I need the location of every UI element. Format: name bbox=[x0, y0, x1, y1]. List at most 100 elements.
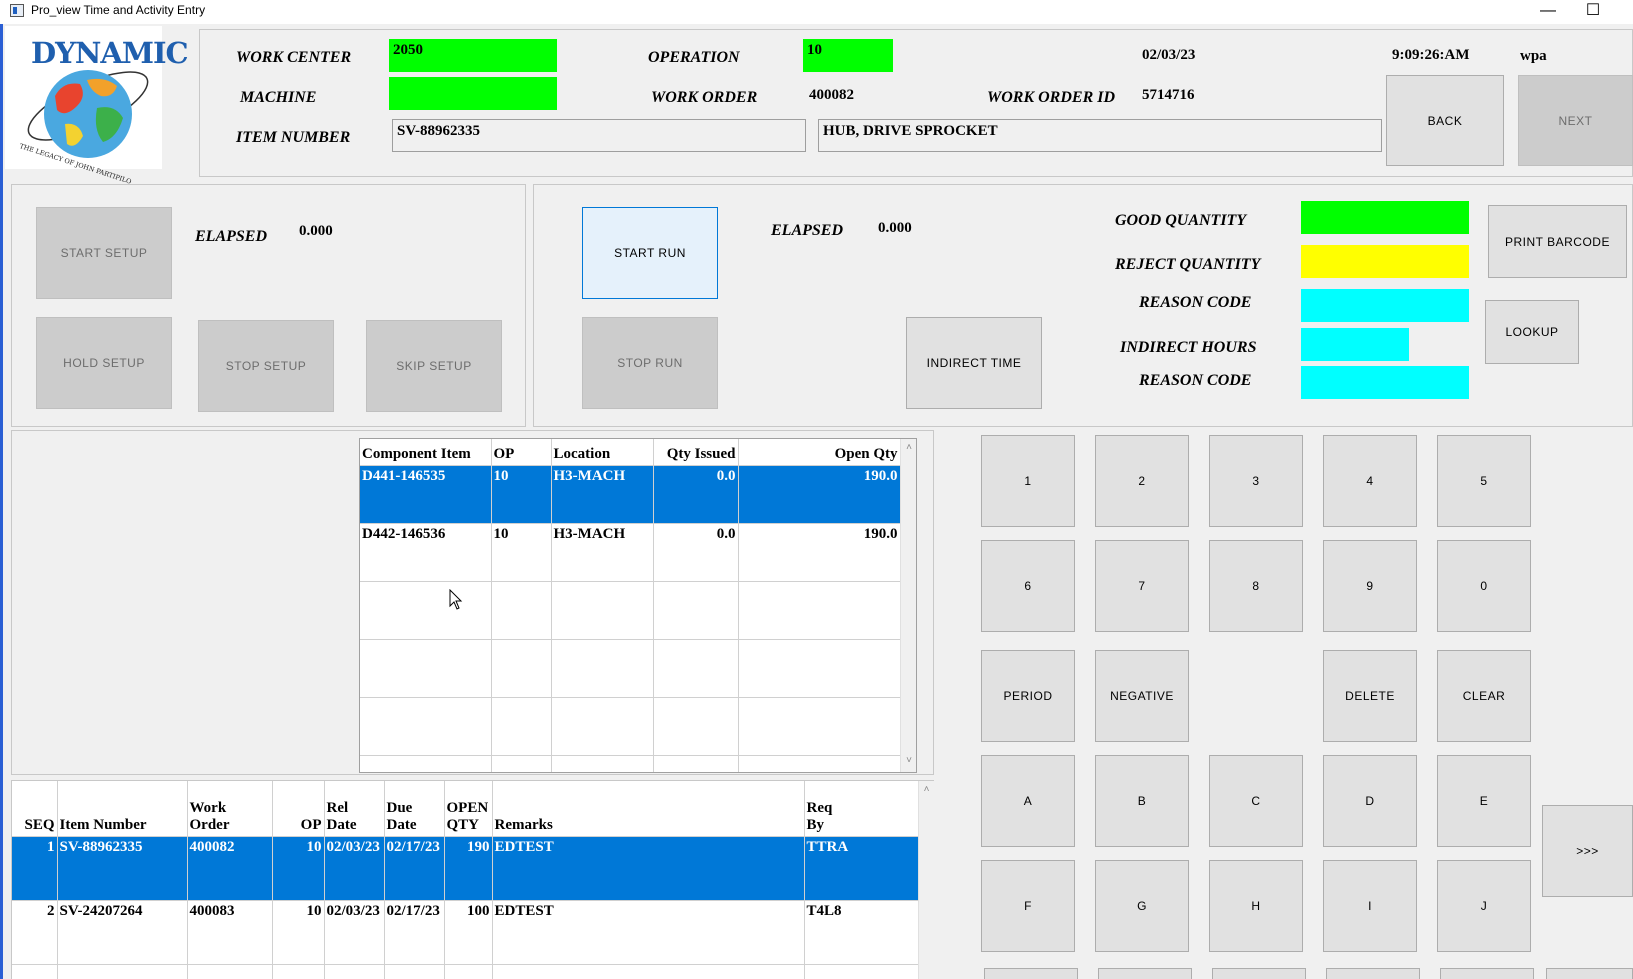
keypad-7-button[interactable]: 7 bbox=[1095, 540, 1189, 632]
lookup-button[interactable]: LOOKUP bbox=[1485, 300, 1579, 364]
table-row[interactable] bbox=[360, 697, 901, 756]
table-row[interactable] bbox=[12, 964, 919, 979]
component-item-header[interactable]: Component Item bbox=[360, 439, 492, 466]
logo-text: DYNAMIC bbox=[31, 36, 189, 70]
component-grid-scrollbar[interactable]: ˄ ˅ bbox=[900, 439, 916, 772]
open-qty-header[interactable]: Open Qty bbox=[738, 439, 901, 466]
item-number-header[interactable]: Item Number bbox=[57, 781, 188, 837]
table-row[interactable] bbox=[360, 581, 901, 640]
keypad-partial-button[interactable] bbox=[1440, 968, 1534, 979]
print-barcode-button[interactable]: PRINT BARCODE bbox=[1488, 205, 1627, 278]
orders-grid-scrollbar[interactable]: ˄ bbox=[918, 781, 934, 979]
open-qty-cell: 190.0 bbox=[738, 523, 901, 582]
keypad-c-button[interactable]: C bbox=[1209, 755, 1303, 847]
indirect-time-button[interactable]: INDIRECT TIME bbox=[906, 317, 1042, 409]
maximize-icon[interactable]: ☐ bbox=[1570, 0, 1616, 24]
keypad-8-button[interactable]: 8 bbox=[1209, 540, 1303, 632]
orders-grid[interactable]: SEQ Item Number Work Order OP Rel Date Du… bbox=[12, 781, 934, 979]
indirect-hours-field[interactable] bbox=[1301, 328, 1409, 361]
clear-button[interactable]: CLEAR bbox=[1437, 650, 1531, 742]
keypad-i-button[interactable]: I bbox=[1323, 860, 1417, 952]
keypad-a-button[interactable]: A bbox=[981, 755, 1075, 847]
good-quantity-field[interactable] bbox=[1301, 201, 1469, 234]
hold-setup-button[interactable]: HOLD SETUP bbox=[36, 317, 172, 409]
table-row[interactable]: D441-146535 10 H3-MACH 0.0 190.0 bbox=[360, 465, 901, 524]
stop-setup-button[interactable]: STOP SETUP bbox=[198, 320, 334, 412]
keypad-9-button[interactable]: 9 bbox=[1323, 540, 1417, 632]
keypad-3-button[interactable]: 3 bbox=[1209, 435, 1303, 527]
keypad-b-button[interactable]: B bbox=[1095, 755, 1189, 847]
table-row[interactable] bbox=[360, 639, 901, 698]
table-row[interactable]: 1 SV-88962335 400082 10 02/03/23 02/17/2… bbox=[12, 836, 919, 901]
stop-run-button[interactable]: STOP RUN bbox=[582, 317, 718, 409]
item-number-field[interactable]: SV-88962335 bbox=[392, 119, 806, 152]
operation-field[interactable]: 10 bbox=[803, 39, 893, 72]
start-run-button[interactable]: START RUN bbox=[582, 207, 718, 299]
due-date-header[interactable]: Due Date bbox=[384, 781, 445, 837]
keypad-6-button[interactable]: 6 bbox=[981, 540, 1075, 632]
keypad-partial-button[interactable] bbox=[1212, 968, 1306, 979]
req-by-header[interactable]: Req By bbox=[804, 781, 919, 837]
seq-cell: 2 bbox=[12, 900, 58, 965]
keypad-0-button[interactable]: 0 bbox=[1437, 540, 1531, 632]
work-order-cell: 400082 bbox=[187, 836, 273, 901]
keypad-partial-button[interactable] bbox=[1326, 968, 1420, 979]
run-elapsed-label: ELAPSED bbox=[771, 222, 844, 239]
minimize-icon[interactable]: — bbox=[1525, 0, 1571, 24]
table-row[interactable] bbox=[360, 755, 901, 772]
keypad-2-button[interactable]: 2 bbox=[1095, 435, 1189, 527]
keypad-e-button[interactable]: E bbox=[1437, 755, 1531, 847]
remarks-cell: EDTEST bbox=[492, 836, 805, 901]
next-button[interactable]: NEXT bbox=[1518, 75, 1633, 166]
location-header[interactable]: Location bbox=[551, 439, 654, 466]
keypad-d-button[interactable]: D bbox=[1323, 755, 1417, 847]
start-setup-button[interactable]: START SETUP bbox=[36, 207, 172, 299]
remarks-cell: EDTEST bbox=[492, 900, 805, 965]
reason-code-2-field[interactable] bbox=[1301, 366, 1469, 399]
table-row[interactable]: D442-146536 10 H3-MACH 0.0 190.0 bbox=[360, 523, 901, 582]
keypad-partial-button[interactable] bbox=[984, 968, 1078, 979]
work-center-field[interactable]: 2050 bbox=[389, 39, 557, 72]
reason-code-field[interactable] bbox=[1301, 289, 1469, 322]
work-order-cell: 400083 bbox=[187, 900, 273, 965]
keypad-j-button[interactable]: J bbox=[1437, 860, 1531, 952]
qty-issued-cell: 0.0 bbox=[653, 465, 739, 524]
period-button[interactable]: PERIOD bbox=[981, 650, 1075, 742]
op-header[interactable]: OP bbox=[491, 439, 552, 466]
qty-issued-header[interactable]: Qty Issued bbox=[653, 439, 739, 466]
open-qty-header[interactable]: OPEN QTY bbox=[444, 781, 493, 837]
keypad-1-button[interactable]: 1 bbox=[981, 435, 1075, 527]
component-item-cell: D441-146535 bbox=[360, 465, 492, 524]
negative-button[interactable]: NEGATIVE bbox=[1095, 650, 1189, 742]
keypad-5-button[interactable]: 5 bbox=[1437, 435, 1531, 527]
delete-button[interactable]: DELETE bbox=[1323, 650, 1417, 742]
setup-elapsed-label: ELAPSED bbox=[195, 228, 268, 245]
op-header[interactable]: OP bbox=[272, 781, 325, 837]
more-keys-button[interactable]: >>> bbox=[1542, 805, 1633, 897]
component-grid[interactable]: Component Item OP Location Qty Issued Op… bbox=[359, 438, 917, 773]
keypad-4-button[interactable]: 4 bbox=[1323, 435, 1417, 527]
reject-quantity-field[interactable] bbox=[1301, 245, 1469, 278]
skip-setup-button[interactable]: SKIP SETUP bbox=[366, 320, 502, 412]
keypad-partial-button[interactable] bbox=[1546, 968, 1633, 979]
scroll-down-icon[interactable]: ˅ bbox=[901, 755, 916, 766]
open-qty-cell: 100 bbox=[444, 900, 493, 965]
item-description-field[interactable]: HUB, DRIVE SPROCKET bbox=[818, 119, 1382, 152]
remarks-header[interactable]: Remarks bbox=[492, 781, 805, 837]
keypad-g-button[interactable]: G bbox=[1095, 860, 1189, 952]
op-cell: 10 bbox=[491, 523, 552, 582]
work-order-header[interactable]: Work Order bbox=[187, 781, 273, 837]
back-button[interactable]: BACK bbox=[1386, 75, 1504, 166]
rel-date-header[interactable]: Rel Date bbox=[324, 781, 385, 837]
run-elapsed-value: 0.000 bbox=[878, 220, 912, 236]
keypad-h-button[interactable]: H bbox=[1209, 860, 1303, 952]
keypad-partial-button[interactable] bbox=[1098, 968, 1192, 979]
table-row[interactable]: 2 SV-24207264 400083 10 02/03/23 02/17/2… bbox=[12, 900, 919, 965]
seq-header[interactable]: SEQ bbox=[12, 781, 58, 837]
due-date-cell: 02/17/23 bbox=[384, 836, 445, 901]
scroll-up-icon[interactable]: ˄ bbox=[919, 784, 934, 795]
scroll-up-icon[interactable]: ˄ bbox=[901, 442, 916, 453]
machine-field[interactable] bbox=[389, 77, 557, 110]
machine-label: MACHINE bbox=[240, 89, 317, 106]
keypad-f-button[interactable]: F bbox=[981, 860, 1075, 952]
